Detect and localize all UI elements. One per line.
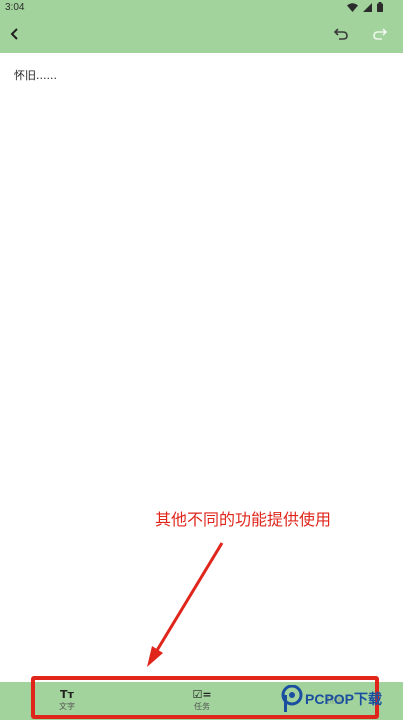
note-content[interactable]: 怀旧...... — [14, 67, 57, 83]
redo-icon — [373, 28, 388, 40]
battery-icon — [377, 2, 383, 12]
watermark-logo-icon — [281, 685, 303, 712]
status-time: 3:04 — [5, 2, 25, 13]
back-button[interactable] — [4, 24, 24, 44]
signal-icon — [363, 2, 372, 12]
redo-button[interactable] — [370, 24, 390, 44]
status-bar: 3:04 — [0, 0, 403, 16]
undo-button[interactable] — [331, 24, 351, 44]
undo-icon — [333, 28, 348, 40]
annotation-arrow — [147, 542, 224, 667]
wifi-icon — [347, 2, 358, 12]
watermark: PCPOP下载 — [281, 685, 382, 713]
chevron-left-icon — [10, 28, 18, 40]
annotation-label: 其他不同的功能提供使用 — [155, 510, 332, 529]
status-icons — [347, 2, 383, 12]
watermark-text: PCPOP下载 — [305, 691, 383, 707]
app-bar — [0, 16, 403, 53]
